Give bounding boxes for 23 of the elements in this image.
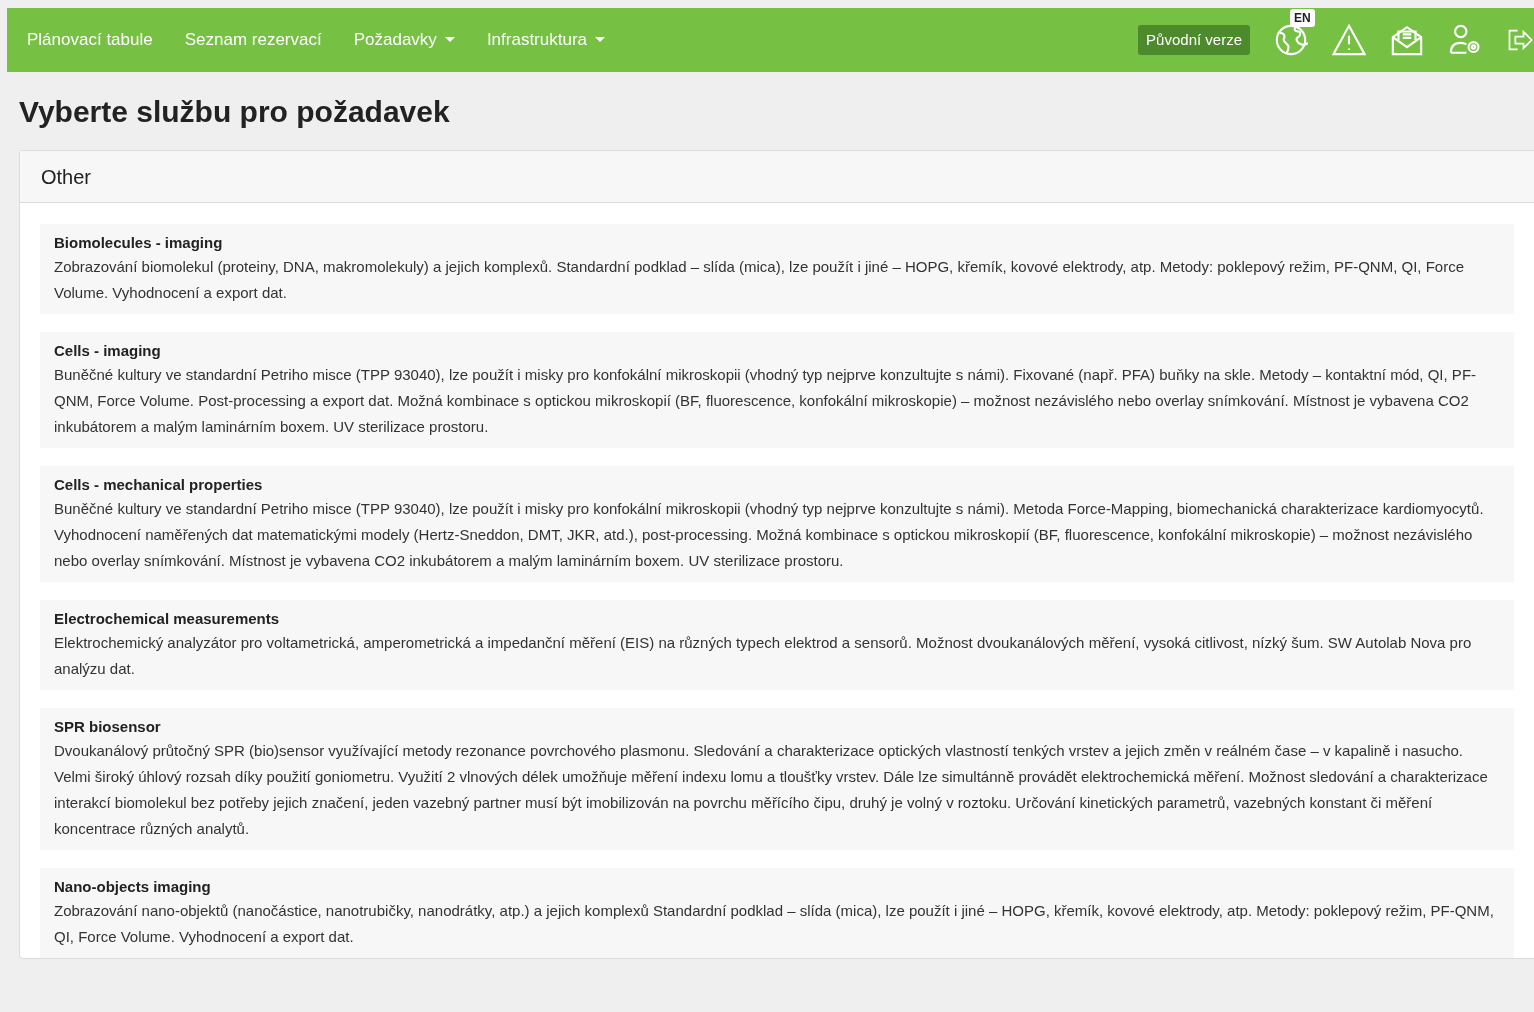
service-title: Electrochemical measurements xyxy=(54,609,281,629)
nav-link[interactable]: Infrastruktura xyxy=(477,27,615,53)
nav-link[interactable]: Seznam rezervací xyxy=(175,27,331,53)
language-badge[interactable]: EN xyxy=(1290,9,1315,27)
original-version-button[interactable]: Původní verze xyxy=(1138,25,1250,55)
service-title: Biomolecules - imaging xyxy=(54,233,224,253)
service-title: Cells - imaging xyxy=(54,341,162,361)
card-header: Other xyxy=(20,151,1534,203)
caret-icon xyxy=(595,37,606,43)
service-description: Dvoukanálový průtočný SPR (bio)sensor využívající metody rezonance povrchového plasmonu. Sledování a charakterizace optických vlastností tenkých vrstev a jejich změn v reálném čase – v kapalině i nasucho. Velmi široký úhlový rozsah díky použití goniometru. Využití 2 vlnových délek umožňuje měření indexu lomu a tloušťky vrstev. Dále lze simultánně provádět elektrochemická měření. Možnost sledování a charakterizace interakcí biomolekul bez potřeby jejich značení, jeden vazebný partner musí být imobilizován na povrchu měřícího čipu, druhý je volný v roztoku. Určování kinetických parametrů, vazebných konstant či měření koncentrace různých analytů. xyxy=(54,741,1489,839)
caret-icon xyxy=(444,37,455,43)
service-description: Zobrazování nano-objektů (nanočástice, nanotrubičky, nanodrátky, atp.) a jejich komplexů Standardní podklad – slída (mica), lze použít i jiné – HOPG, křemík, kovové elektrody, atp. Metody: poklepový režim, PF-QNM, QI, Force Volume. Vyhodnocení a export dat. xyxy=(54,901,1495,947)
nav-link[interactable]: Plánovací tabule xyxy=(18,27,162,53)
service-description: Zobrazování biomolekul (proteiny, DNA, makromolekuly) a jejich komplexů. Standardní podklad – slída (mica), lze použít i jiné – HOPG, křemík, kovové elektrody, atp. Metody: poklepový režim, PF-QNM, QI, Force Volume. Vyhodnocení a export dat. xyxy=(54,257,1465,303)
service-description: Buněčné kultury ve standardní Petriho misce (TPP 93040), lze použít i misky pro konfokální mikroskopii (vhodný typ nejprve konzultujte s námi). Metoda Force-Mapping, biomechanická charakterizace kardiomyocytů. Vyhodnocení naměřených dat matematickými modely (Hertz-Sneddon, DMT, JKR, atd.), post-processing. Možná kombinace s optickou mikroskopií (BF, fluorescence, konfokální mikroskopie) – možnost nezávislého nebo overlay snímkování. Místnost je vybavena CO2 inkubátorem a malým laminárním boxem. UV sterilizace prostoru. xyxy=(54,499,1485,571)
service-title: Cells - mechanical properties xyxy=(54,475,264,495)
service-title: SPR biosensor xyxy=(54,717,162,737)
service-description: Elektrochemický analyzátor pro voltametrická, amperometrická a impedanční měření (EIS) na různých typech elektrod a sensorů. Možnost dvoukanálových měření, vysoká citlivost, nízký šum. SW Autolab Nova pro analýzu dat. xyxy=(54,633,1473,679)
nav-link[interactable]: Požadavky xyxy=(344,27,464,53)
page-title: Vyberte službu pro požadavek xyxy=(19,94,451,130)
service-title: Nano-objects imaging xyxy=(54,877,212,897)
service-item[interactable] xyxy=(40,868,1514,958)
service-description: Buněčné kultury ve standardní Petriho misce (TPP 93040), lze použít i misky pro konfokální mikroskopii (vhodný typ nejprve konzultujte s námi). Fixované (např. PFA) buňky na skle. Metody – kontaktní mód, QI, PF-QNM, Force Volume. Post-processing a export dat. Možná kombinace s optickou mikroskopií (BF, fluorescence, konfokální mikroskopie) – možnost nezávislého nebo overlay snímkování. Místnost je vybavena CO2 inkubátorem a malým laminárním boxem. UV sterilizace prostoru. xyxy=(54,365,1478,437)
